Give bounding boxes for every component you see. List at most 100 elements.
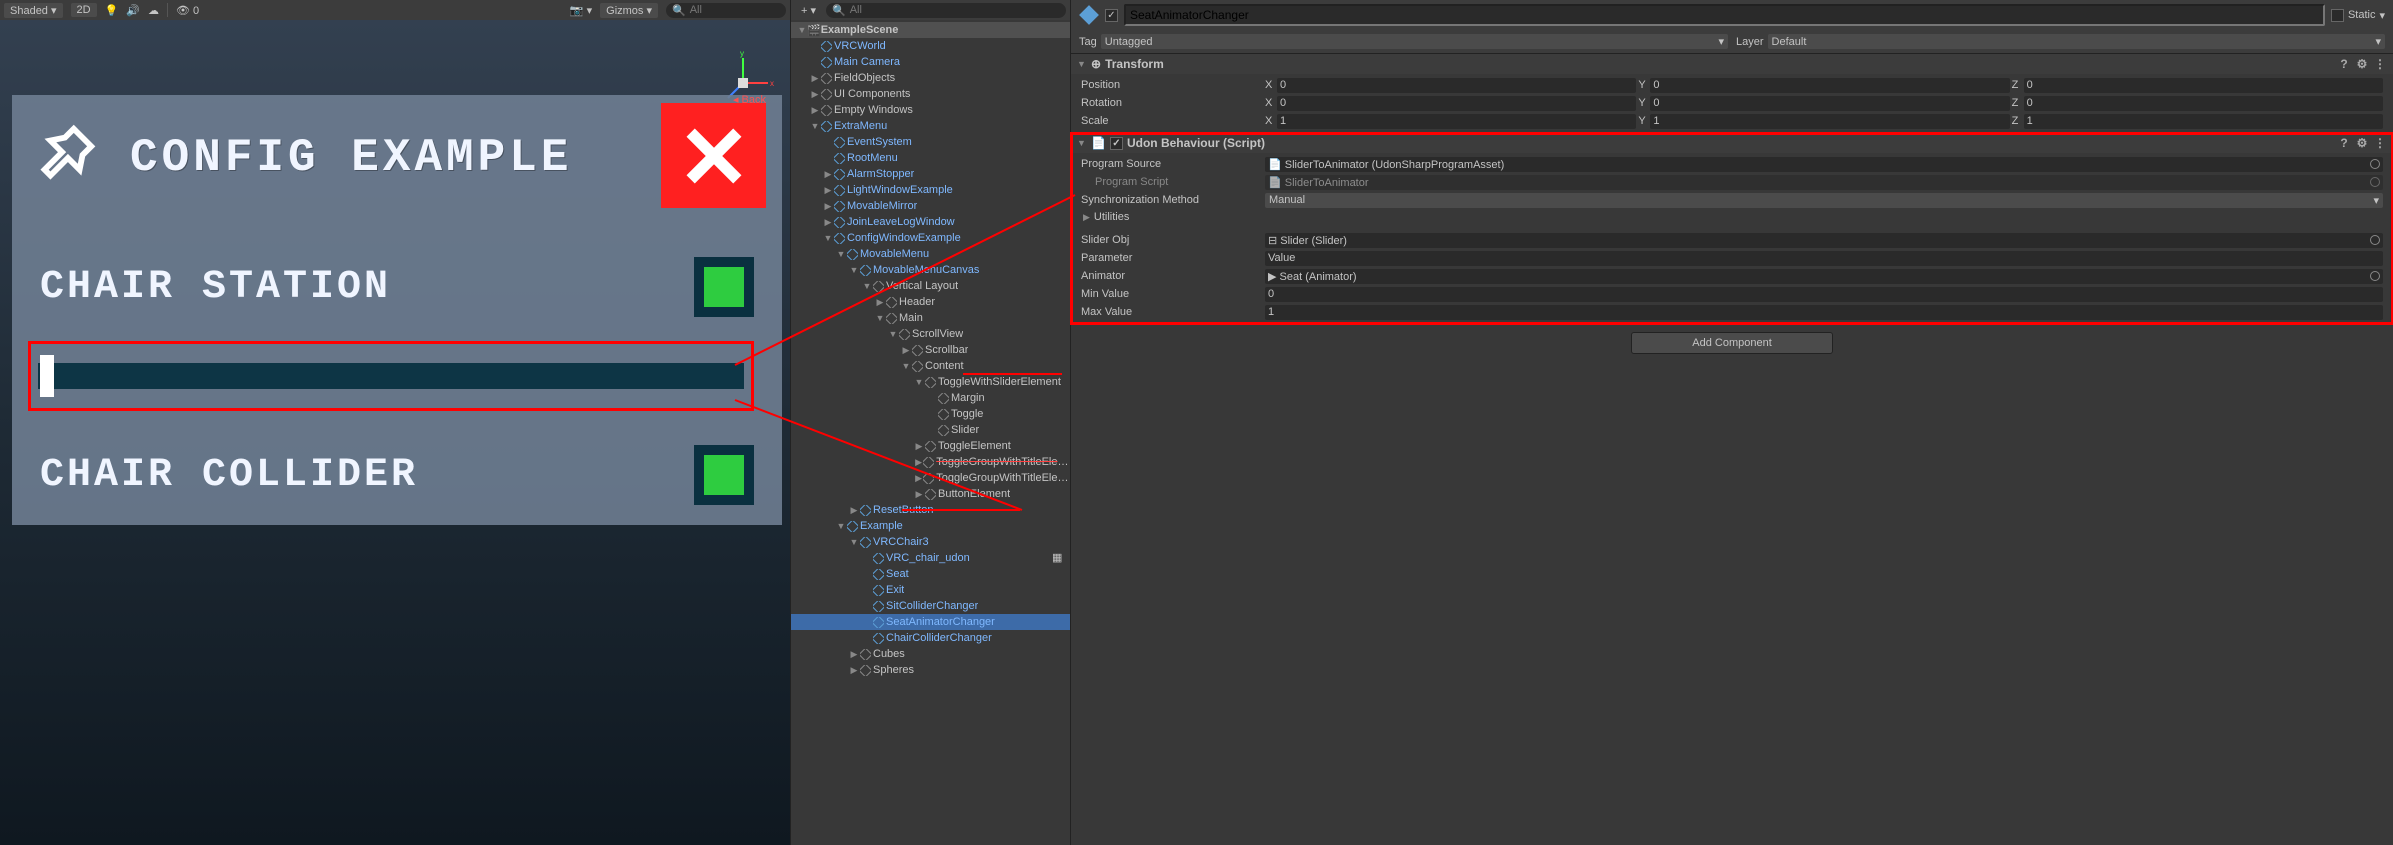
- gizmos-dropdown[interactable]: Gizmos ▾: [600, 3, 658, 18]
- toggle-chair-station[interactable]: [694, 257, 754, 317]
- hierarchy-item[interactable]: Scrollbar: [791, 342, 1070, 358]
- component-header-udon[interactable]: ▼ 📄 Udon Behaviour (Script) ? ⚙ ⋮: [1071, 133, 2393, 153]
- preset-icon[interactable]: ⚙: [2355, 57, 2369, 71]
- position-y[interactable]: [1650, 78, 2009, 93]
- position-x[interactable]: [1277, 78, 1636, 93]
- component-enabled-checkbox[interactable]: [1110, 137, 1123, 150]
- item-label: ResetButton: [873, 504, 934, 516]
- help-icon[interactable]: ?: [2337, 57, 2351, 71]
- rotation-y[interactable]: [1650, 96, 2009, 111]
- preset-icon[interactable]: ⚙: [2355, 136, 2369, 150]
- hierarchy-item[interactable]: Example: [791, 518, 1070, 534]
- shading-dropdown[interactable]: Shaded ▾: [4, 3, 63, 18]
- hierarchy-item[interactable]: ToggleElement: [791, 438, 1070, 454]
- sync-method-dropdown[interactable]: Manual▾: [1265, 193, 2383, 208]
- close-button[interactable]: [661, 103, 766, 208]
- menu-icon[interactable]: ⋮: [2373, 136, 2387, 150]
- hierarchy-item[interactable]: SitColliderChanger: [791, 598, 1070, 614]
- scale-z[interactable]: [2024, 114, 2383, 129]
- utilities-foldout[interactable]: ▶ Utilities: [1077, 209, 2387, 225]
- hierarchy-item[interactable]: ExtraMenu: [791, 118, 1070, 134]
- hierarchy-item[interactable]: Exit: [791, 582, 1070, 598]
- parameter-input[interactable]: [1265, 251, 2383, 266]
- hierarchy-item[interactable]: LightWindowExample: [791, 182, 1070, 198]
- gameobject-icon[interactable]: [1079, 5, 1099, 25]
- hierarchy-item[interactable]: ToggleGroupWithTitleElement: [791, 470, 1070, 486]
- hierarchy-item[interactable]: ToggleWithSliderElement: [791, 374, 1070, 390]
- layer-dropdown[interactable]: Default▾: [1768, 34, 2385, 49]
- hierarchy-item[interactable]: VRCChair3: [791, 534, 1070, 550]
- hierarchy-item[interactable]: Main: [791, 310, 1070, 326]
- hierarchy-item[interactable]: ChairColliderChanger: [791, 630, 1070, 646]
- hierarchy-item[interactable]: AlarmStopper: [791, 166, 1070, 182]
- fx-icon[interactable]: ☁: [148, 4, 159, 17]
- max-value-input[interactable]: [1265, 305, 2383, 320]
- audio-icon[interactable]: 🔊: [126, 4, 140, 17]
- scale-x[interactable]: [1277, 114, 1636, 129]
- hierarchy-item[interactable]: MovableMirror: [791, 198, 1070, 214]
- hierarchy-item[interactable]: VRC_chair_udon▦: [791, 550, 1070, 566]
- position-z[interactable]: [2024, 78, 2383, 93]
- program-source-field[interactable]: 📄 SliderToAnimator (UdonSharpProgramAsse…: [1265, 157, 2383, 172]
- scene-root[interactable]: 🎬 ExampleScene: [791, 22, 1070, 38]
- gameobject-name-input[interactable]: [1124, 4, 2325, 26]
- hierarchy-item[interactable]: UI Components: [791, 86, 1070, 102]
- hierarchy-item[interactable]: Vertical Layout: [791, 278, 1070, 294]
- hierarchy-item[interactable]: VRCWorld: [791, 38, 1070, 54]
- gameobject-icon: [833, 216, 845, 228]
- config-slider[interactable]: [28, 341, 754, 411]
- static-dropdown[interactable]: Static ▾: [2331, 9, 2385, 22]
- active-checkbox[interactable]: [1105, 9, 1118, 22]
- rotation-label: Rotation: [1081, 97, 1261, 109]
- hierarchy-item[interactable]: ResetButton: [791, 502, 1070, 518]
- hierarchy-item[interactable]: Cubes: [791, 646, 1070, 662]
- hierarchy-item[interactable]: Empty Windows: [791, 102, 1070, 118]
- hierarchy-item[interactable]: Slider: [791, 422, 1070, 438]
- hierarchy-item[interactable]: ConfigWindowExample: [791, 230, 1070, 246]
- hierarchy-item[interactable]: Main Camera: [791, 54, 1070, 70]
- tag-dropdown[interactable]: Untagged▾: [1101, 34, 1728, 49]
- item-label: UI Components: [834, 88, 910, 100]
- object-picker-icon[interactable]: [2370, 177, 2380, 187]
- scene-search[interactable]: 🔍 All: [666, 3, 786, 18]
- hierarchy-item[interactable]: Header: [791, 294, 1070, 310]
- hierarchy-item[interactable]: Margin: [791, 390, 1070, 406]
- hierarchy-item[interactable]: Toggle: [791, 406, 1070, 422]
- create-button[interactable]: + ▾: [795, 3, 822, 18]
- rotation-z[interactable]: [2024, 96, 2383, 111]
- hierarchy-item[interactable]: ButtonElement: [791, 486, 1070, 502]
- hidden-icon[interactable]: 👁 0: [176, 4, 199, 17]
- hierarchy-item[interactable]: ToggleGroupWithTitleElement: [791, 454, 1070, 470]
- static-checkbox[interactable]: [2331, 9, 2344, 22]
- camera-icon[interactable]: 📷 ▾: [570, 4, 592, 17]
- hierarchy-item[interactable]: FieldObjects: [791, 70, 1070, 86]
- rotation-x[interactable]: [1277, 96, 1636, 111]
- object-picker-icon[interactable]: [2370, 271, 2380, 281]
- slider-obj-field[interactable]: ⊟ Slider (Slider): [1265, 233, 2383, 248]
- hierarchy-item[interactable]: MovableMenu: [791, 246, 1070, 262]
- component-header-transform[interactable]: ▼ ⊕ Transform ? ⚙ ⋮: [1071, 54, 2393, 74]
- program-script-field[interactable]: 📄 SliderToAnimator: [1265, 175, 2383, 190]
- animator-field[interactable]: ▶ Seat (Animator): [1265, 269, 2383, 284]
- hierarchy-item[interactable]: Spheres: [791, 662, 1070, 678]
- hierarchy-item[interactable]: Content: [791, 358, 1070, 374]
- hierarchy-search[interactable]: 🔍 All: [826, 3, 1066, 18]
- help-icon[interactable]: ?: [2337, 136, 2351, 150]
- min-value-input[interactable]: [1265, 287, 2383, 302]
- hierarchy-item[interactable]: SeatAnimatorChanger: [791, 614, 1070, 630]
- hierarchy-item[interactable]: ScrollView: [791, 326, 1070, 342]
- slider-handle[interactable]: [40, 355, 54, 397]
- object-picker-icon[interactable]: [2370, 159, 2380, 169]
- hierarchy-item[interactable]: EventSystem: [791, 134, 1070, 150]
- light-icon[interactable]: 💡: [105, 4, 119, 17]
- add-component-button[interactable]: Add Component: [1631, 332, 1833, 354]
- hierarchy-item[interactable]: JoinLeaveLogWindow: [791, 214, 1070, 230]
- toggle-chair-collider[interactable]: [694, 445, 754, 505]
- hierarchy-item[interactable]: Seat: [791, 566, 1070, 582]
- mode-2d-toggle[interactable]: 2D: [71, 3, 97, 17]
- scale-y[interactable]: [1650, 114, 2009, 129]
- hierarchy-item[interactable]: RootMenu: [791, 150, 1070, 166]
- menu-icon[interactable]: ⋮: [2373, 57, 2387, 71]
- object-picker-icon[interactable]: [2370, 235, 2380, 245]
- hierarchy-item[interactable]: MovableMenuCanvas: [791, 262, 1070, 278]
